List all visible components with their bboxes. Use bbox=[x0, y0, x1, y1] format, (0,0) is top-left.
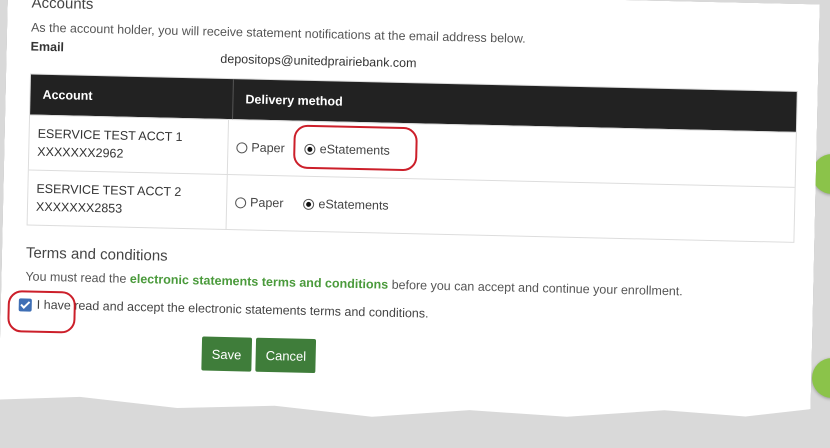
paper-radio-option[interactable]: Paper bbox=[236, 140, 285, 155]
paper-radio-label: Paper bbox=[249, 195, 284, 211]
account-number: XXXXXXX2962 bbox=[37, 144, 124, 161]
paper-radio[interactable] bbox=[236, 142, 247, 153]
checkbox-highlight-annotation bbox=[7, 290, 76, 334]
terms-text-before: You must read the bbox=[25, 269, 131, 286]
paper-radio[interactable] bbox=[235, 197, 246, 208]
delivery-cell: Paper eStatements bbox=[227, 175, 795, 242]
estatements-radio-option[interactable]: eStatements bbox=[303, 197, 388, 213]
header-account: Account bbox=[30, 75, 234, 120]
side-indicator-bottom bbox=[812, 358, 830, 398]
notification-notice: As the account holder, you will receive … bbox=[30, 20, 526, 46]
accept-terms-option[interactable]: I have read and accept the electronic st… bbox=[19, 297, 429, 320]
email-label: Email bbox=[30, 39, 65, 55]
section-title: Accounts bbox=[31, 0, 94, 13]
estatements-radio[interactable] bbox=[303, 198, 314, 209]
account-cell: ESERVICE TEST ACCT 1 XXXXXXX2962 bbox=[29, 116, 229, 175]
paper-radio-option[interactable]: Paper bbox=[235, 195, 284, 210]
account-number: XXXXXXX2853 bbox=[35, 199, 123, 216]
terms-link[interactable]: electronic statements terms and conditio… bbox=[130, 272, 389, 292]
email-value: depositops@unitedprairiebank.com bbox=[220, 51, 417, 71]
estatements-radio-label: eStatements bbox=[318, 197, 389, 213]
save-button[interactable]: Save bbox=[201, 336, 251, 371]
accept-terms-label: I have read and accept the electronic st… bbox=[36, 297, 429, 321]
paper-radio-label: Paper bbox=[251, 140, 285, 156]
estatements-highlight-annotation bbox=[293, 125, 418, 172]
terms-title: Terms and conditions bbox=[25, 244, 168, 265]
account-cell: ESERVICE TEST ACCT 2 XXXXXXX2853 bbox=[28, 171, 228, 230]
terms-text-after: before you can accept and continue your … bbox=[388, 277, 683, 299]
screenshot-sheet: Accounts As the account holder, you will… bbox=[0, 0, 820, 444]
cancel-button[interactable]: Cancel bbox=[255, 338, 316, 373]
terms-text: You must read the electronic statements … bbox=[25, 269, 683, 298]
